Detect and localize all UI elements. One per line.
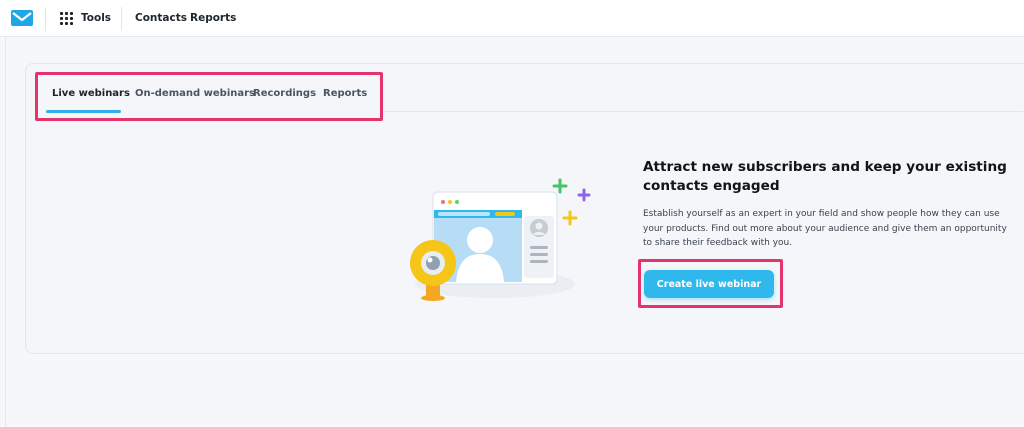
top-bar: Tools Contacts Reports <box>0 0 1024 37</box>
empty-state-headline: Attract new subscribers and keep your ex… <box>643 159 1007 194</box>
topbar-divider <box>45 7 46 31</box>
tools-menu-button[interactable]: Tools <box>60 10 111 26</box>
nav-contacts-link[interactable]: Contacts <box>135 12 187 24</box>
tabs-highlight-box <box>35 72 383 121</box>
envelope-logo-icon[interactable] <box>11 10 33 26</box>
topbar-divider <box>121 7 122 31</box>
webinar-window-webcam-illustration <box>410 178 591 301</box>
empty-state-description: Establish yourself as an expert in your … <box>643 209 1007 248</box>
button-highlight-box <box>638 259 783 308</box>
left-border <box>5 37 6 427</box>
grid-dots-icon <box>60 11 73 25</box>
tools-label: Tools <box>81 12 112 24</box>
tabs-divider <box>380 111 1023 112</box>
nav-reports-link[interactable]: Reports <box>190 12 236 24</box>
